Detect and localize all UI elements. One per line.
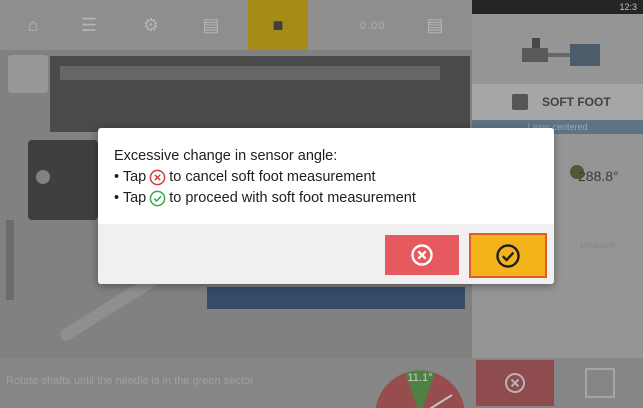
cancel-x-circle-icon xyxy=(149,169,166,186)
line2-suffix: to proceed with soft foot measurement xyxy=(169,190,416,206)
line1-suffix: to cancel soft foot measurement xyxy=(169,169,376,185)
dialog-title: Excessive change in sensor angle: xyxy=(114,148,338,164)
confirm-check-circle-icon xyxy=(149,190,166,207)
proceed-measurement-button[interactable] xyxy=(469,233,547,278)
cancel-measurement-button[interactable] xyxy=(385,235,459,275)
app-screen: ⌂ ☰ ⚙ ▤ ■ 0.00 ▤ 12:3 SOFT FOOT Laser ce… xyxy=(0,0,643,408)
sensor-angle-dialog: Excessive change in sensor angle: • Tap … xyxy=(98,128,554,284)
line1-prefix: • Tap xyxy=(114,169,147,185)
dialog-line-cancel: • Tap to cancel soft foot measurement xyxy=(114,167,544,188)
dialog-line-proceed: • Tap to proceed with soft foot measurem… xyxy=(114,188,544,209)
dialog-message: Excessive change in sensor angle: • Tap … xyxy=(114,146,544,209)
line2-prefix: • Tap xyxy=(114,190,147,206)
cancel-x-circle-icon xyxy=(411,244,433,266)
confirm-check-circle-icon xyxy=(496,243,520,268)
